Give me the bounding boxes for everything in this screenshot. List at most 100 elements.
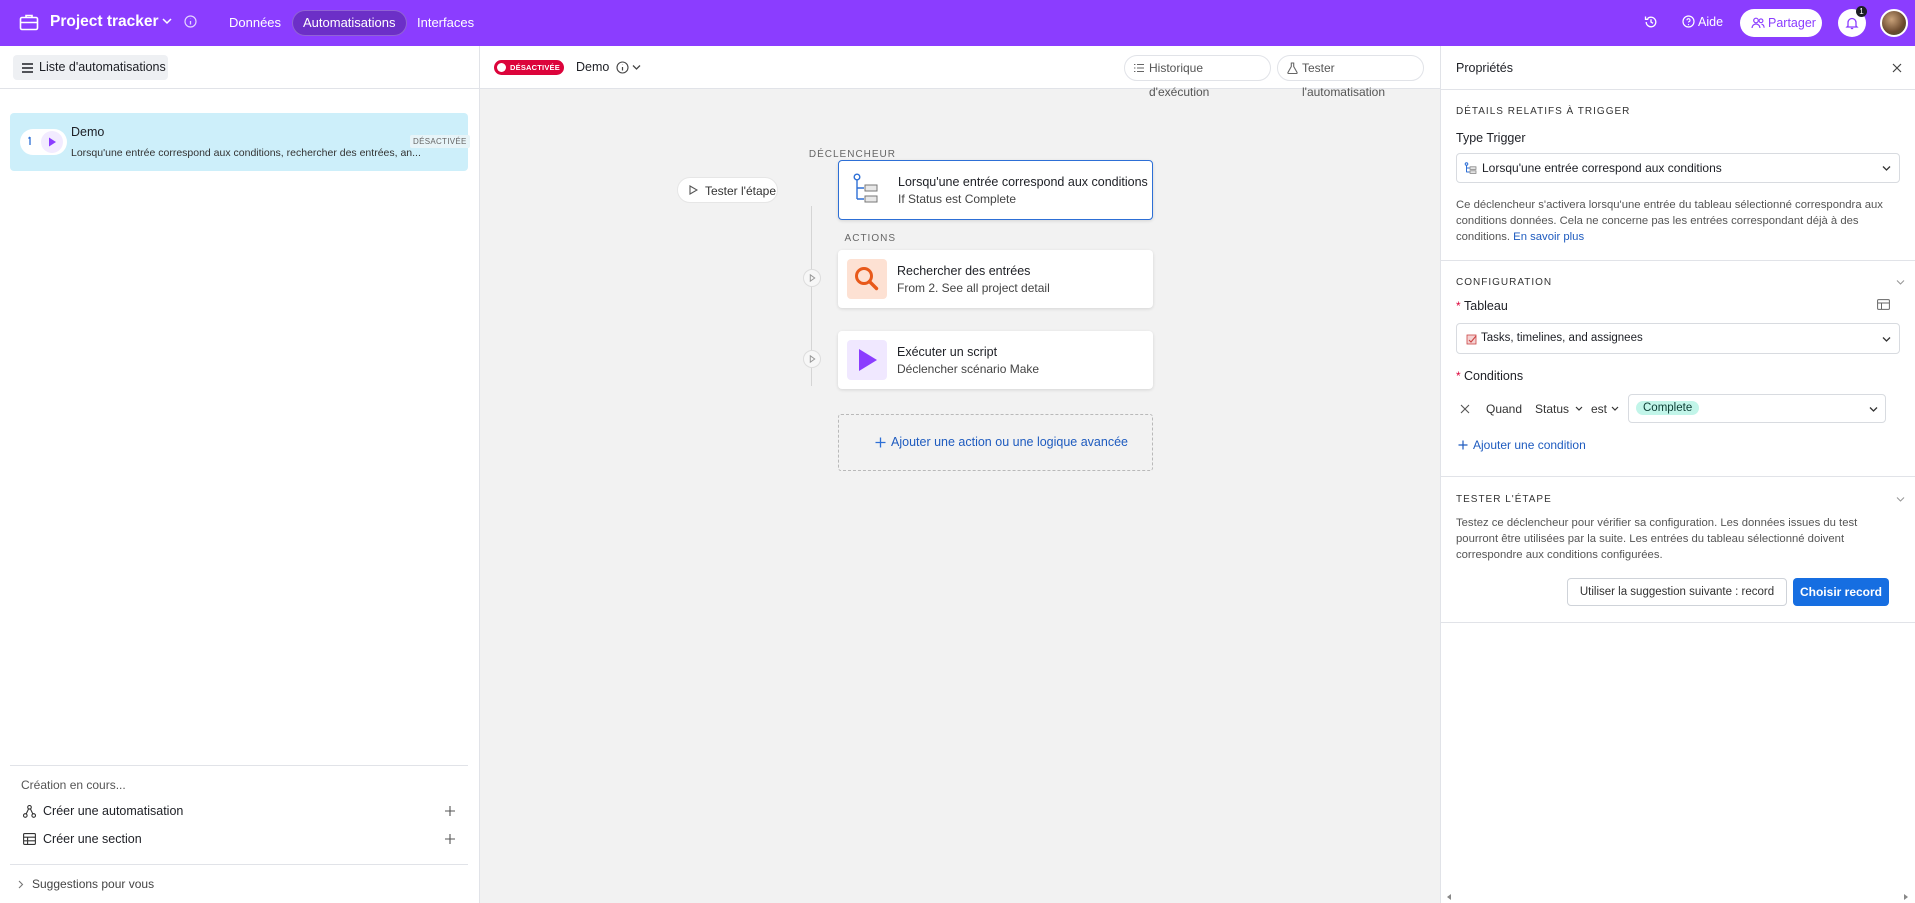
share-button[interactable]: Partager <box>1740 9 1822 37</box>
table-emoji-icon <box>1466 334 1478 345</box>
action-card-script[interactable]: Exécuter un script Déclencher scénario M… <box>838 331 1153 389</box>
create-automation-item[interactable]: Créer une automatisation <box>10 801 468 823</box>
info-icon[interactable] <box>616 61 629 74</box>
status-toggle[interactable]: DÉSACTIVÉE <box>494 60 564 75</box>
test-action-button[interactable] <box>803 269 821 287</box>
status-badge: DÉSACTIVÉE <box>410 135 470 148</box>
bell-icon <box>1845 16 1859 30</box>
conditions-label: Conditions <box>1464 369 1524 383</box>
remove-condition-icon[interactable] <box>1460 404 1470 414</box>
menu-icon <box>22 63 33 73</box>
play-icon <box>847 340 887 380</box>
chevron-down-icon <box>1882 336 1891 343</box>
plus-icon[interactable] <box>444 833 456 845</box>
properties-panel: Propriétés DÉTAILS RELATIFS À TRIGGER Ty… <box>1440 46 1915 903</box>
chevron-down-icon[interactable] <box>162 17 172 25</box>
nav-interfaces[interactable]: Interfaces <box>406 10 485 36</box>
divider <box>0 88 480 89</box>
trigger-card[interactable]: Lorsqu'une entrée correspond aux conditi… <box>838 160 1153 220</box>
nav-automatisations[interactable]: Automatisations <box>292 10 407 36</box>
suggestions-label: Suggestions pour vous <box>32 877 155 891</box>
action-card-search[interactable]: Rechercher des entrées From 2. See all p… <box>838 250 1153 308</box>
trigger-details-title: DÉTAILS RELATIFS À TRIGGER <box>1456 106 1631 117</box>
divider <box>10 864 468 865</box>
trigger-type-select[interactable]: Lorsqu'une entrée correspond aux conditi… <box>1456 153 1900 183</box>
divider <box>10 765 468 766</box>
chevron-down-icon[interactable] <box>1896 496 1905 503</box>
creating-label: Création en cours... <box>21 778 126 792</box>
help-icon[interactable] <box>1682 15 1695 28</box>
test-automation-button[interactable]: Tester l'automatisation <box>1277 55 1424 99</box>
test-action-button[interactable] <box>803 350 821 368</box>
close-icon[interactable] <box>1892 63 1902 73</box>
toggle-knob <box>497 63 506 72</box>
chevron-down-icon <box>1882 165 1891 172</box>
users-icon <box>1751 17 1765 29</box>
test-step-label: Tester l'étape <box>705 184 776 198</box>
trigger-tree-icon <box>1464 162 1477 175</box>
chevron-down-icon <box>1869 406 1878 413</box>
trigger-type-label: Type Trigger <box>1456 131 1526 145</box>
app-title[interactable]: Project tracker <box>50 13 159 31</box>
plus-icon <box>1458 440 1468 450</box>
add-action-label: Ajouter une action ou une logique avancé… <box>891 435 1128 449</box>
table-view-icon[interactable] <box>1877 299 1890 310</box>
automation-toggle[interactable] <box>20 129 67 155</box>
required-mark: * <box>1456 299 1461 313</box>
briefcase-icon[interactable] <box>19 13 39 31</box>
divider <box>1441 622 1915 623</box>
table-select[interactable]: Tasks, timelines, and assignees <box>1456 323 1900 354</box>
scroll-left-icon[interactable] <box>1446 893 1452 901</box>
create-automation-label: Créer une automatisation <box>43 804 184 818</box>
automation-name: Demo <box>71 125 105 139</box>
trigger-type-value: Lorsqu'une entrée correspond aux conditi… <box>1482 161 1722 175</box>
table-value: Tasks, timelines, and assignees <box>1481 332 1643 344</box>
condition-value-select[interactable]: Complete <box>1628 394 1886 423</box>
notifications-button[interactable]: 1 <box>1838 6 1867 37</box>
avatar[interactable] <box>1880 9 1908 37</box>
chevron-down-icon[interactable] <box>1575 406 1583 412</box>
search-icon <box>847 259 887 299</box>
divider <box>1441 89 1915 90</box>
help-link[interactable]: Aide <box>1698 15 1723 29</box>
trigger-subtitle: If Status est Complete <box>898 192 1017 206</box>
automation-name[interactable]: Demo <box>576 60 609 74</box>
test-automation-label: Tester l'automatisation <box>1302 61 1386 99</box>
suggestions-toggle[interactable]: Suggestions pour vous <box>10 874 468 896</box>
condition-row: Quand Status est Complete <box>1456 394 1900 424</box>
use-suggestion-button[interactable]: Utiliser la suggestion suivante : record <box>1567 578 1787 606</box>
top-bar: Project tracker Données Automatisations … <box>0 0 1915 46</box>
history-icon[interactable] <box>1644 15 1658 29</box>
chevron-down-icon[interactable] <box>1611 406 1619 412</box>
learn-more-link[interactable]: En savoir plus <box>1513 231 1584 243</box>
chevron-right-icon <box>18 880 24 889</box>
test-step-button[interactable]: Tester l'étape <box>677 177 778 203</box>
chevron-down-icon[interactable] <box>1896 279 1905 286</box>
choose-record-button[interactable]: Choisir record <box>1793 578 1889 606</box>
left-panel: Liste d'automatisations Demo Lorsqu'une … <box>0 46 480 903</box>
condition-field[interactable]: Status <box>1535 402 1569 416</box>
config-section-title: CONFIGURATION <box>1456 277 1553 288</box>
nav-donnees[interactable]: Données <box>218 10 292 36</box>
action-subtitle: From 2. See all project detail <box>897 281 1050 295</box>
automation-item-demo[interactable]: Demo Lorsqu'une entrée correspond aux co… <box>10 113 470 171</box>
scroll-right-icon[interactable] <box>1903 893 1909 901</box>
condition-when: Quand <box>1486 402 1523 416</box>
trigger-help: Ce déclencheur s'activera lorsqu'une ent… <box>1456 198 1900 245</box>
create-section-item[interactable]: Créer une section <box>10 829 468 851</box>
chevron-down-icon[interactable] <box>632 64 641 71</box>
add-action-button[interactable]: Ajouter une action ou une logique avancé… <box>838 414 1153 471</box>
condition-operator[interactable]: est <box>1591 402 1607 416</box>
actions-section-label: ACTIONS <box>844 233 896 244</box>
add-condition-button[interactable]: Ajouter une condition <box>1456 437 1596 455</box>
plus-icon[interactable] <box>444 805 456 817</box>
table-label: Tableau <box>1464 299 1508 313</box>
panel-title: Propriétés <box>1456 61 1513 75</box>
divider <box>1441 260 1915 261</box>
plus-icon <box>875 437 886 448</box>
automation-list-button[interactable]: Liste d'automatisations <box>13 55 168 80</box>
history-label: Historique d'exécution <box>1149 61 1210 99</box>
notification-count: 1 <box>1856 6 1867 17</box>
info-icon[interactable] <box>184 15 197 28</box>
history-button[interactable]: Historique d'exécution <box>1124 55 1271 99</box>
